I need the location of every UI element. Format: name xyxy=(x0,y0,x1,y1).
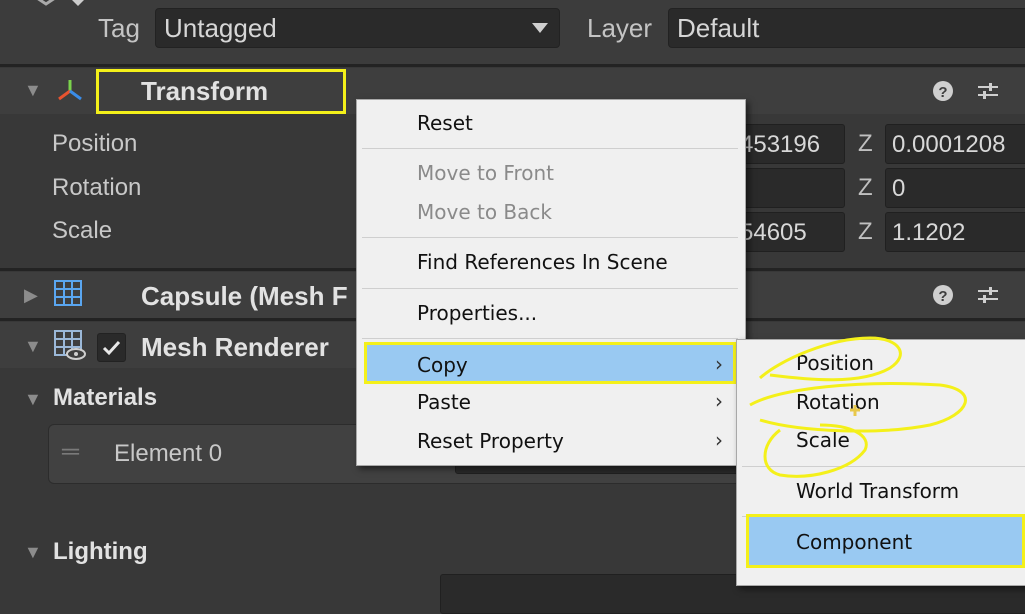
menu-item-properties[interactable]: Properties... xyxy=(417,301,537,325)
position-z-label[interactable]: Z xyxy=(858,130,873,158)
position-z-value: 0.0001208 xyxy=(892,131,1006,158)
tag-label: Tag xyxy=(98,13,140,43)
menu-separator xyxy=(362,338,738,339)
transform-title: Transform xyxy=(141,76,269,106)
scale-label: Scale xyxy=(52,217,113,244)
submenu-item-component-label: Component xyxy=(796,530,913,554)
layer-dropdown-value: Default xyxy=(677,13,760,43)
svg-text:?: ? xyxy=(938,288,947,305)
rotation-label: Rotation xyxy=(52,174,142,201)
scale-y-value: 54605 xyxy=(740,219,807,246)
menu-item-paste[interactable]: Paste xyxy=(417,390,471,414)
layer-dropdown[interactable]: Default xyxy=(668,8,1025,48)
menu-item-move-to-back[interactable]: Move to Back xyxy=(417,200,552,224)
menu-item-reset-property[interactable]: Reset Property xyxy=(417,429,564,453)
scale-z-label[interactable]: Z xyxy=(858,218,873,246)
transform-axes-icon xyxy=(58,80,82,101)
divider xyxy=(0,64,1025,67)
element-0-label: Element 0 xyxy=(114,440,223,467)
menu-item-copy-label: Copy xyxy=(417,353,468,377)
mesh-grid-icon xyxy=(54,280,82,306)
help-icon[interactable]: ? xyxy=(932,80,954,102)
foldout-triangle-icon[interactable]: ▼ xyxy=(24,336,42,357)
position-y-field[interactable]: 453196 xyxy=(735,124,845,164)
context-menu xyxy=(356,99,746,466)
foldout-triangle-icon[interactable]: ▼ xyxy=(24,389,42,410)
svg-text:?: ? xyxy=(938,84,947,101)
gameobject-icon xyxy=(30,0,84,10)
position-z-field[interactable]: 0.0001208 xyxy=(885,124,1025,164)
menu-separator xyxy=(362,237,738,238)
menu-item-find-references[interactable]: Find References In Scene xyxy=(417,250,668,274)
submenu-arrow-icon: › xyxy=(715,352,723,376)
menu-item-copy[interactable]: Copy › xyxy=(364,342,736,384)
foldout-triangle-icon[interactable]: ▶ xyxy=(24,285,38,306)
submenu-arrow-icon: › xyxy=(715,389,723,413)
lighting-label: Lighting xyxy=(53,538,148,565)
menu-item-move-to-front[interactable]: Move to Front xyxy=(417,161,554,185)
enabled-checkbox[interactable] xyxy=(97,333,126,362)
tag-dropdown-value: Untagged xyxy=(164,13,277,43)
submenu-arrow-icon: › xyxy=(715,428,723,452)
foldout-triangle-icon[interactable]: ▼ xyxy=(24,542,42,563)
menu-separator xyxy=(362,288,738,289)
mesh-renderer-title: Mesh Renderer xyxy=(141,332,329,362)
rotation-z-value: 0 xyxy=(892,175,906,202)
position-y-value: 453196 xyxy=(740,131,821,158)
checkmark-icon xyxy=(102,340,121,356)
rotation-z-field[interactable]: 0 xyxy=(885,168,1025,208)
foldout-triangle-icon[interactable]: ▼ xyxy=(24,80,42,101)
settings-sliders-icon[interactable] xyxy=(976,284,1000,306)
settings-sliders-icon[interactable] xyxy=(976,80,1000,102)
scale-y-field[interactable]: 54605 xyxy=(735,212,845,252)
position-label: Position xyxy=(52,130,138,157)
chevron-down-icon xyxy=(532,23,548,33)
capsule-title: Capsule (Mesh F xyxy=(141,281,348,311)
submenu-item-component[interactable]: Component xyxy=(746,514,1025,568)
menu-item-reset[interactable]: Reset xyxy=(417,111,473,135)
help-icon[interactable]: ? xyxy=(932,284,954,306)
scale-z-field[interactable]: 1.1202 xyxy=(885,212,1025,252)
scale-z-value: 1.1202 xyxy=(892,219,966,246)
rotation-z-label[interactable]: Z xyxy=(858,174,873,202)
menu-separator xyxy=(362,148,738,149)
drag-handle-icon[interactable]: ═ xyxy=(62,438,79,466)
layer-label: Layer xyxy=(587,13,653,43)
mesh-renderer-icon xyxy=(54,330,86,360)
tag-dropdown[interactable]: Untagged xyxy=(155,8,560,48)
materials-label: Materials xyxy=(53,384,158,411)
rotation-y-field[interactable] xyxy=(735,168,845,208)
annotation-scribbles xyxy=(749,336,967,478)
